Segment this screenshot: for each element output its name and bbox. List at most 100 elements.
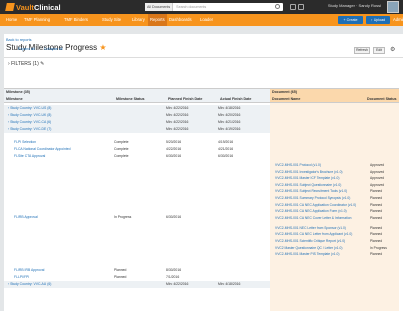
document-link[interactable]: VVC2-MHS-001 CA NEC Cover Letter & Infor…	[275, 215, 351, 221]
document-link[interactable]: VVC2-MHS-001 Summary Protocol Synopsis (…	[275, 195, 350, 201]
document-status: Planned	[370, 232, 383, 237]
gear-icon[interactable]: ⚙	[390, 46, 395, 53]
cell-status: In Progress	[114, 215, 132, 219]
document-link[interactable]: VVC2-MHS-001 CA NEC Application Coordina…	[275, 202, 356, 208]
milestone-row[interactable]: FLIRB Approval In Progress 6/30/2016	[4, 214, 270, 221]
document-link[interactable]: VVC2 Master Questionnaire QC / Letter (v…	[275, 245, 342, 251]
milestone-row[interactable]: FLCA National Coordinator Appointed Compl…	[4, 146, 270, 153]
document-status: In Progress	[370, 245, 387, 250]
document-status: Approved	[370, 182, 385, 187]
edit-filter-icon[interactable]: ✎	[40, 61, 44, 67]
document-link[interactable]: VVC2-MHS-001 Investigator's Brochure (v1…	[275, 169, 343, 175]
country-group-row[interactable]: › Study Country: VVC-CA (6) Min: 4/22/201…	[4, 119, 270, 126]
group-header-document: Document (65)	[270, 89, 399, 96]
avatar[interactable]	[387, 1, 399, 13]
column-header-status[interactable]: Milestone Status	[114, 96, 166, 103]
document-link[interactable]: VVC2-MHS-001 Scientific Critique Report …	[275, 238, 345, 244]
cell-name[interactable]: FLPI Selection	[14, 139, 36, 146]
cell-planned: Min: 4/22/2016	[166, 127, 189, 131]
nav-admin[interactable]: Admin	[393, 14, 403, 26]
cell-name[interactable]: › Study Country: VVC-UK (8)	[8, 112, 51, 119]
cell-name[interactable]: › Study Country: VVC-AU (6)	[8, 281, 51, 288]
nav-dashboards[interactable]: Dashboards	[169, 14, 192, 26]
nav-study-site[interactable]: Study Site	[102, 14, 121, 26]
cell-name[interactable]: FLCA National Coordinator Appointed	[14, 146, 71, 153]
cell-planned: Min: 4/22/2016	[166, 282, 189, 286]
cell-name[interactable]: FLSite CTA Approval	[14, 153, 45, 160]
main-nav: Home TMF Planning TMF Binders Study Site…	[0, 14, 403, 26]
divider	[4, 57, 403, 58]
milestone-row[interactable]: FLIRB IRB Approval Planned 8/30/2016	[4, 267, 270, 274]
country-group-row[interactable]: › Study Country: VVC-DE (7) Min: 4/22/201…	[4, 126, 270, 133]
country-group-row[interactable]: › Study Country: VVC-UK (8) Min: 4/22/201…	[4, 112, 270, 119]
upload-button[interactable]: ↑ Upload	[366, 16, 390, 24]
document-status: Planned	[370, 225, 383, 230]
document-link[interactable]: VVC2-MHS-001 Protocol (v1.0)	[275, 162, 321, 168]
cell-name[interactable]: FLLPI/FPI	[14, 274, 29, 281]
cell-planned: 7/1/2016	[166, 275, 180, 279]
nav-tmf-binders[interactable]: TMF Binders	[64, 14, 88, 26]
nav-reports[interactable]: Reports	[148, 14, 167, 26]
nav-home[interactable]: Home	[6, 14, 17, 26]
country-group-row[interactable]: › Study Country: VVC-US (8) Min: 4/22/201…	[4, 105, 270, 112]
document-status: Planned	[370, 215, 383, 220]
cell-actual: Min: 4/18/2016	[218, 106, 241, 110]
cell-status: Planned	[114, 268, 127, 272]
search-input[interactable]: Search documents	[176, 5, 206, 9]
back-link[interactable]: Back to reports	[6, 38, 32, 42]
nav-tmf-planning[interactable]: TMF Planning	[24, 14, 50, 26]
country-group-row[interactable]: › Study Country: VVC-AU (6) Min: 4/22/201…	[4, 281, 270, 288]
document-status: Planned	[370, 239, 383, 243]
cell-status: Complete	[114, 147, 129, 151]
cell-name[interactable]: › Study Country: VVC-DE (7)	[8, 126, 51, 133]
document-link[interactable]: VVC2-MHS-001 NEC Letter from Sponsor (v1…	[275, 225, 346, 231]
user-menu[interactable]: Study Manager · Sandy Rossi	[328, 3, 381, 8]
document-status: Planned	[370, 189, 383, 194]
document-link[interactable]: VVC2-MHS-001 Master ICF Template (v1.0)	[275, 175, 339, 181]
document-link[interactable]: VVC2-MHS-001 CA NEC Application Form (v1…	[275, 208, 347, 214]
search-scope-dropdown[interactable]: All Documents	[145, 3, 174, 11]
cell-name[interactable]: › Study Country: VVC-CA (6)	[8, 119, 51, 126]
column-header-actual[interactable]: Actual Finish Date	[218, 96, 270, 103]
nav-loader[interactable]: Loader	[200, 14, 213, 26]
cell-planned: Min: 4/22/2016	[166, 106, 189, 110]
cell-actual: Min: 4/20/2016	[218, 113, 241, 117]
column-header-milestone[interactable]: Milestone	[4, 96, 114, 103]
document-link[interactable]: VVC2-MHS-001 Subject Questionnaire (v1.0…	[275, 182, 341, 188]
edit-button[interactable]: Edit	[373, 47, 385, 54]
milestone-row[interactable]: FLSite CTA Approval Complete 6/30/2016 6/30…	[4, 153, 270, 160]
nav-library[interactable]: Library	[132, 14, 145, 26]
grid-icon[interactable]	[298, 4, 304, 10]
refresh-button[interactable]: Refresh	[354, 47, 370, 54]
column-header-document-status[interactable]: Document Status	[365, 96, 399, 103]
document-status: Planned	[370, 202, 383, 207]
document-link[interactable]: VVC2-MHS-001 Master PIS Template (v1.0)	[275, 251, 339, 257]
report-grid: Milestone (35) Document (65) Milestone M…	[4, 88, 399, 311]
favorite-star-icon[interactable]: ★	[99, 43, 106, 52]
cell-status: Complete	[114, 140, 129, 144]
column-header-planned[interactable]: Planned Finish Date	[166, 96, 218, 103]
cell-status: Complete	[114, 154, 129, 158]
cell-planned: 8/30/2016	[166, 268, 182, 272]
cell-name[interactable]: FLIRB Approval	[14, 214, 38, 221]
cell-status: Planned	[114, 275, 127, 279]
create-button[interactable]: + Create	[338, 16, 363, 24]
document-link[interactable]: VVC2-MHS-001 CA NEC Letter from Applican…	[275, 231, 352, 237]
collapse-all-link[interactable]: Collapse all	[44, 47, 63, 51]
expand-links: Expand all Collapse all	[18, 47, 70, 51]
vault-logo[interactable]: Vault Clinical	[5, 2, 61, 12]
expand-all-link[interactable]: Expand all	[18, 47, 35, 51]
search-icon[interactable]	[275, 4, 280, 9]
document-link[interactable]: VVC2-MHS-001 Subject Recruitment Tools (…	[275, 188, 347, 194]
filters-toggle[interactable]: › FILTERS (1) ✎	[8, 61, 44, 67]
milestone-row[interactable]: FLPI Selection Complete 5/20/2016 4/19/2016	[4, 139, 270, 146]
cell-name[interactable]: › Study Country: VVC-US (8)	[8, 105, 51, 112]
milestone-row[interactable]: FLLPI/FPI Planned 7/1/2016	[4, 274, 270, 281]
vault-logo-icon	[5, 3, 15, 11]
filter-icon[interactable]	[290, 4, 296, 10]
column-header-document-name[interactable]: Document Name	[270, 96, 365, 103]
cell-name[interactable]: FLIRB IRB Approval	[14, 267, 44, 274]
cell-planned: 6/30/2016	[166, 154, 182, 158]
search-box[interactable]: All Documents Search documents	[145, 3, 283, 11]
cell-actual: Min: 4/21/2016	[218, 120, 241, 124]
